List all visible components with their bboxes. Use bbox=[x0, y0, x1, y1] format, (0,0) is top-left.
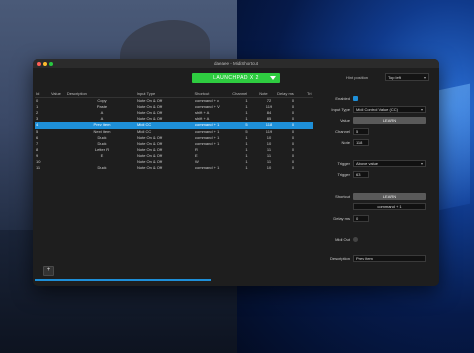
cell-note: 10 bbox=[266, 165, 272, 171]
minimize-button[interactable] bbox=[43, 61, 47, 66]
note-input[interactable]: 118 bbox=[353, 139, 369, 146]
shortcut-learn-button[interactable]: LEARN bbox=[353, 193, 426, 200]
shortcut-value-field[interactable]: command + 1 bbox=[353, 203, 426, 210]
device-label: LAUNCHPAD X 2 bbox=[213, 75, 259, 81]
header-id[interactable]: Id bbox=[35, 91, 51, 97]
horizontal-scrollbar[interactable] bbox=[35, 279, 211, 281]
header-shortcut[interactable]: Shortcut bbox=[194, 91, 232, 97]
hint-position-label: Hint position bbox=[346, 75, 369, 80]
delay-input[interactable]: 0 bbox=[353, 215, 369, 222]
header-trigger[interactable]: Tri bbox=[307, 91, 313, 97]
zoom-button[interactable] bbox=[49, 61, 53, 66]
value-label: Value bbox=[340, 118, 350, 123]
cell-id: 11 bbox=[36, 165, 41, 171]
trigger-input[interactable]: 63 bbox=[353, 171, 369, 178]
table-header: Id Value Description Input Type Shortcut… bbox=[35, 91, 313, 99]
channel-input[interactable]: 5 bbox=[353, 128, 369, 135]
description-label: Description bbox=[329, 256, 350, 261]
header-value[interactable]: Value bbox=[51, 91, 67, 97]
midi-out-toggle[interactable] bbox=[353, 237, 358, 242]
cell-delay: 0 bbox=[291, 165, 295, 171]
trigger-label: Trigger bbox=[337, 172, 350, 177]
app-window: daeaee - MidiShortcut LAUNCHPAD X 2 Hint… bbox=[33, 59, 439, 286]
chevron-down-icon bbox=[270, 76, 276, 80]
cell-input-type: Note On & Off bbox=[137, 165, 163, 171]
enabled-checkbox[interactable] bbox=[353, 96, 358, 101]
shortcuts-table: Id Value Description Input Type Shortcut… bbox=[35, 91, 313, 241]
device-select-button[interactable]: LAUNCHPAD X 2 bbox=[192, 73, 280, 83]
shortcut-label: Shortcut bbox=[335, 194, 350, 199]
table-row[interactable]: 11 Duck Note On & Off command + 1 1 10 0 bbox=[35, 165, 313, 171]
trigger-type-label: Trigger bbox=[337, 161, 350, 166]
enabled-label: Enabled bbox=[335, 96, 350, 101]
midi-out-label: Midi Out bbox=[335, 237, 350, 242]
header-description[interactable]: Description bbox=[67, 91, 137, 97]
header-input-type[interactable]: Input Type bbox=[137, 91, 195, 97]
cell-description: Duck bbox=[97, 165, 107, 171]
description-input[interactable]: Prev item bbox=[353, 255, 426, 262]
value-learn-button[interactable]: LEARN bbox=[353, 117, 426, 124]
add-shortcut-button[interactable]: + bbox=[43, 266, 54, 276]
header-note[interactable]: Note bbox=[259, 91, 277, 97]
delay-label: Delay ms bbox=[333, 216, 350, 221]
cell-shortcut: command + 1 bbox=[195, 165, 220, 171]
close-button[interactable] bbox=[37, 61, 41, 66]
trigger-type-select[interactable]: Above value bbox=[353, 160, 426, 167]
title-bar[interactable]: daeaee - MidiShortcut bbox=[33, 59, 439, 68]
cell-channel: 1 bbox=[245, 165, 248, 171]
properties-panel: Enabled Input Type Midi Control Value (C… bbox=[318, 91, 436, 281]
header-delay[interactable]: Delay ms bbox=[277, 91, 307, 97]
table-body: 0 Copy Note On & Off command + c 1 72 0 1 Paste N… bbox=[35, 98, 313, 171]
channel-label: Channel bbox=[335, 129, 350, 134]
cell-value bbox=[51, 165, 67, 171]
input-type-label: Input Type bbox=[331, 107, 350, 112]
hint-position-select[interactable]: Top left bbox=[385, 73, 429, 81]
toolbar: LAUNCHPAD X 2 Hint position Top left bbox=[33, 68, 439, 89]
window-title: daeaee - MidiShortcut bbox=[213, 61, 259, 66]
window-controls bbox=[37, 61, 53, 66]
header-channel[interactable]: Channel bbox=[232, 91, 259, 97]
input-type-select[interactable]: Midi Control Value (CC) bbox=[353, 106, 426, 113]
note-label: Note bbox=[341, 140, 350, 145]
